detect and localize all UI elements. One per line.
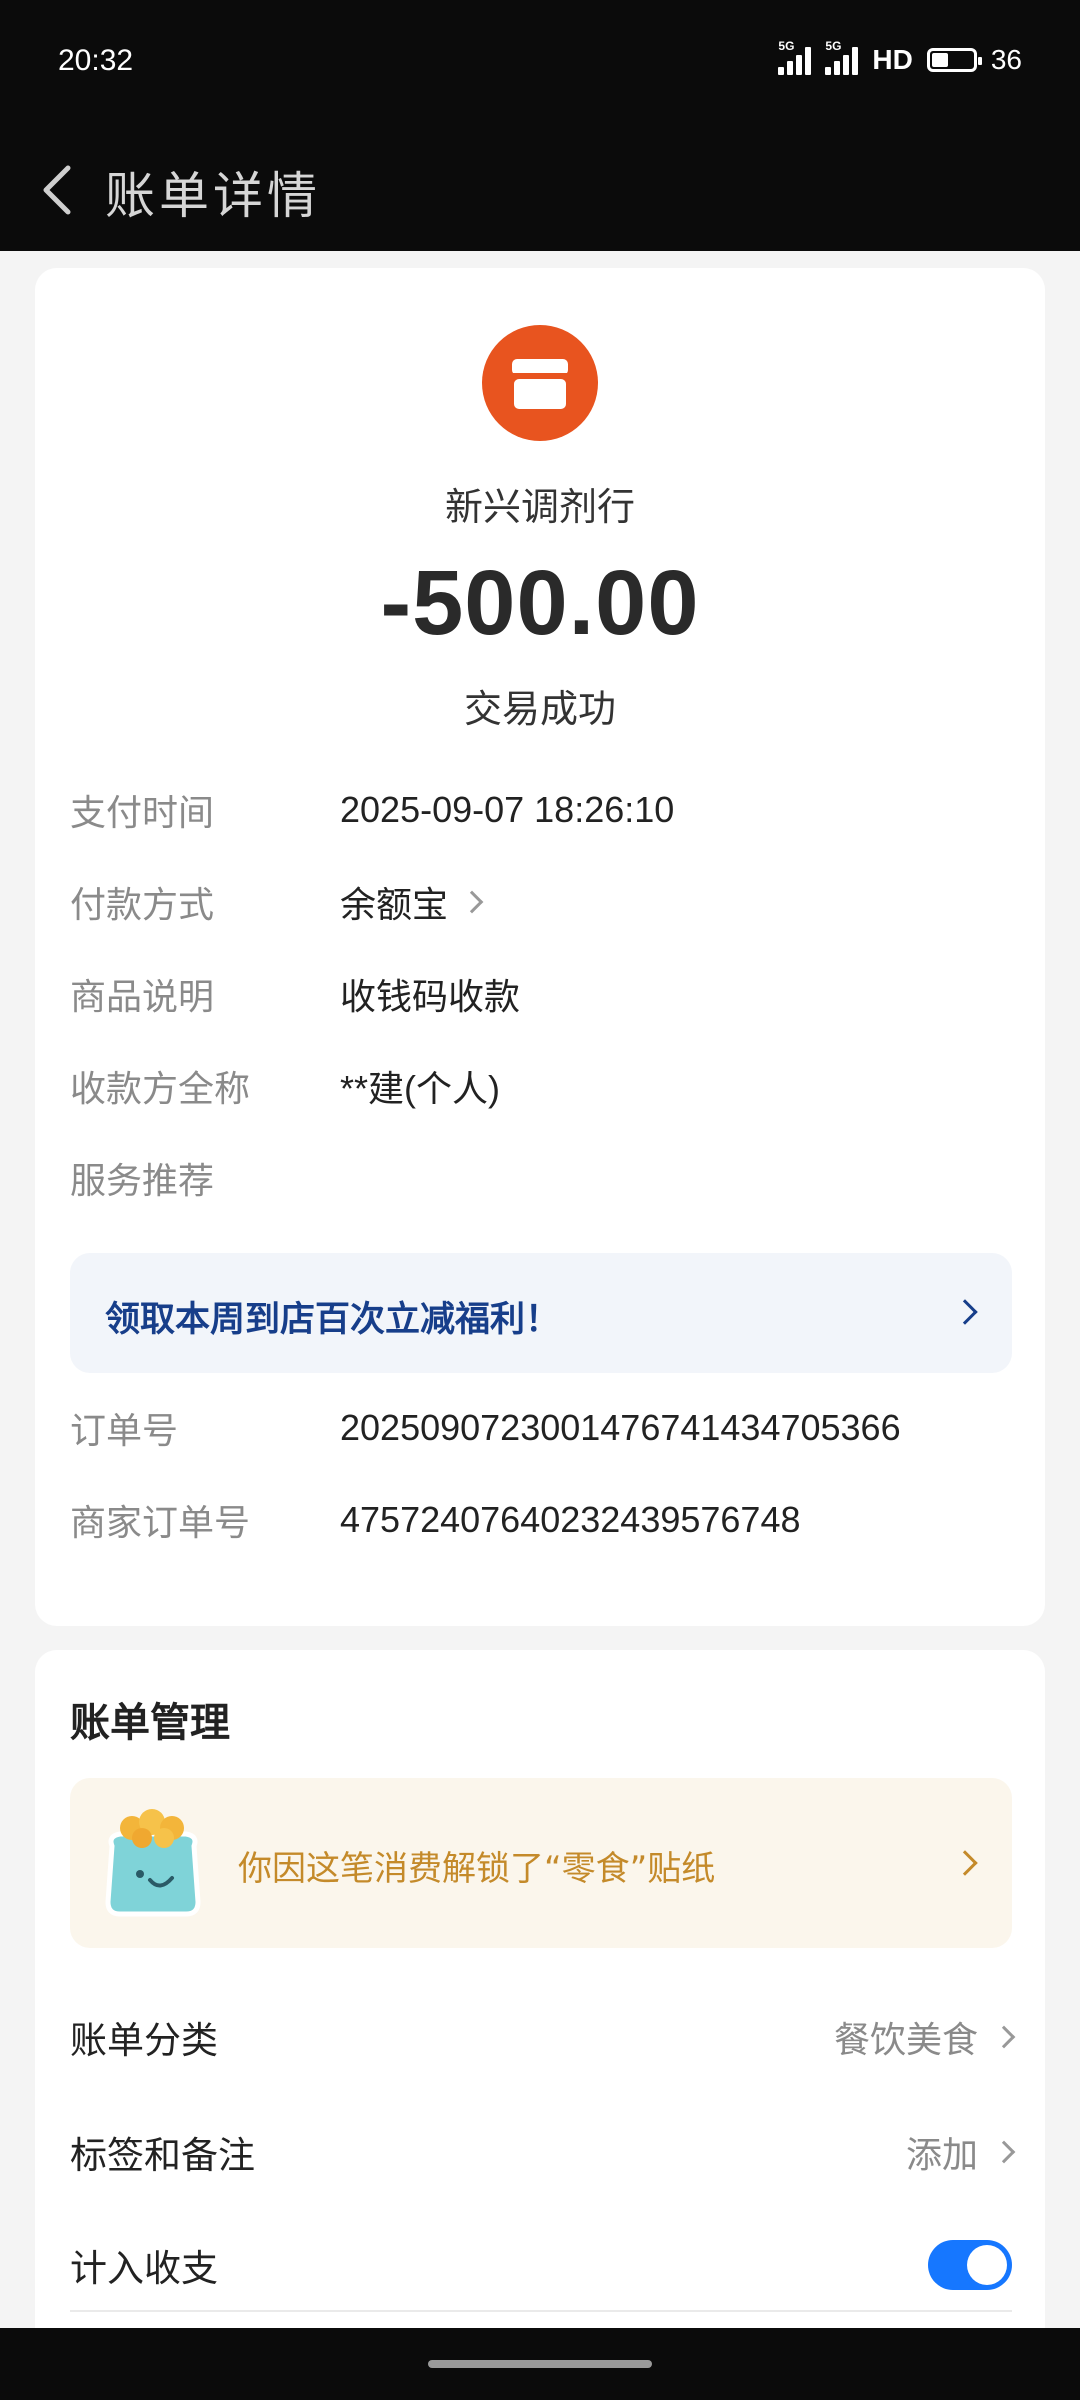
detail-row-service: 服务推荐 (70, 1148, 1010, 1208)
detail-row-merchant-order: 商家订单号 4757240764023243957674​8 (70, 1490, 1010, 1550)
payee-label: 收款方全称 (70, 1069, 251, 1110)
bill-category-row[interactable]: 账单分类 餐饮美食 (70, 2002, 1016, 2072)
pay-method-value[interactable]: 余额宝 (340, 876, 484, 928)
battery-text: 36 (990, 44, 1022, 75)
order-no-value: 2025090723001476741434705366 (340, 1407, 901, 1448)
detail-row-goods: 商品说明 收钱码收款 (70, 964, 1010, 1024)
signal-icon: 5G (778, 39, 812, 75)
promo-banner[interactable]: 领取本周到店百次立减福利！ (70, 1253, 1012, 1373)
category-label: 账单分类 (70, 2019, 218, 2062)
bill-management-card: 账单管理 你因这笔消费解锁了“零食”贴纸 账单分类 餐饮美食 标签和备注 添加 … (35, 1650, 1045, 2400)
chevron-right-icon (952, 1850, 978, 1876)
merchant-order-value: 4757240764023243957674​8 (340, 1499, 801, 1540)
chevron-right-icon (952, 1299, 978, 1325)
amount: -500.00 (380, 552, 700, 654)
category-value: 餐饮美食 (833, 2020, 978, 2061)
detail-row-payee: 收款方全称 **建(个人) (70, 1056, 1010, 1116)
service-label: 服务推荐 (70, 1161, 215, 1202)
tags-value: 添加 (905, 2135, 978, 2176)
payee-value: **建(个人) (340, 1068, 500, 1109)
screen: 20:32 5G 5G HD 36 账单详情 新兴调剂行 -500.00 交易成… (0, 0, 1080, 2400)
system-nav-bar (0, 2328, 1080, 2400)
goods-value: 收钱码收款 (340, 976, 521, 1017)
signal-icon-2: 5G (825, 39, 859, 75)
snack-bag-sticker-icon (105, 1809, 201, 1917)
shop-icon (482, 325, 598, 441)
tags-add-button[interactable]: 添加 (905, 2126, 1016, 2178)
detail-row-order-no: 订单号 2025090723001476741434705366 (70, 1398, 1010, 1458)
chevron-right-icon (460, 890, 484, 914)
tags-notes-row[interactable]: 标签和备注 添加 (70, 2117, 1016, 2187)
status-icons: 5G 5G HD 36 (778, 39, 1022, 76)
page-title: 账单详情 (105, 167, 321, 225)
status-time: 20:32 (58, 44, 134, 77)
status-bar: 20:32 5G 5G HD 36 (0, 0, 1080, 130)
battery-icon (926, 48, 982, 72)
merchant-name: 新兴调剂行 (444, 485, 635, 529)
chevron-right-icon (992, 2140, 1016, 2164)
sticker-banner[interactable]: 你因这笔消费解锁了“零食”贴纸 (70, 1778, 1012, 1948)
category-selector[interactable]: 餐饮美食 (833, 2011, 1016, 2063)
transaction-card: 新兴调剂行 -500.00 交易成功 支付时间 2025-09-07 18:26… (35, 268, 1045, 1626)
section-title: 账单管理 (70, 1700, 230, 1746)
sticker-text: 你因这笔消费解锁了“零食”贴纸 (238, 1849, 716, 1889)
include-label: 计入收支 (70, 2247, 218, 2290)
home-indicator[interactable] (428, 2360, 652, 2368)
divider (70, 2310, 1012, 2312)
chevron-left-icon[interactable] (30, 158, 90, 222)
order-no-label: 订单号 (70, 1411, 179, 1452)
toggle-knob (967, 2245, 1007, 2285)
hd-label: HD (872, 44, 913, 75)
detail-row-pay-method[interactable]: 付款方式 余额宝 (70, 872, 1010, 932)
app-header: 账单详情 (0, 130, 1080, 251)
include-stats-toggle[interactable] (928, 2240, 1012, 2290)
merchant-order-label: 商家订单号 (70, 1503, 251, 1544)
pay-method-label: 付款方式 (70, 885, 215, 926)
goods-label: 商品说明 (70, 977, 215, 1018)
network-type-label: 5G (778, 39, 795, 53)
pay-time-value: 2025-09-07 18:26:10 (340, 789, 675, 830)
network-type-label-2: 5G (825, 39, 842, 53)
promo-text: 领取本周到店百次立减福利！ (105, 1300, 561, 1340)
chevron-right-icon (992, 2025, 1016, 2049)
pay-time-label: 支付时间 (70, 793, 215, 834)
include-stats-row: 计入收支 (70, 2230, 1012, 2300)
pay-method-text: 余额宝 (340, 885, 449, 926)
tags-label: 标签和备注 (70, 2134, 255, 2177)
detail-row-pay-time: 支付时间 2025-09-07 18:26:10 (70, 780, 1010, 840)
transaction-status: 交易成功 (463, 687, 616, 731)
